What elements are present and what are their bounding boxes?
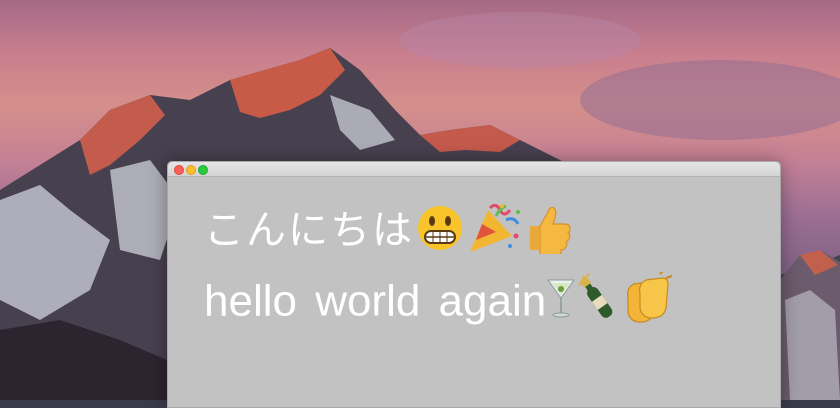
text-line-english: hello world again	[204, 268, 676, 336]
window-titlebar[interactable]	[168, 162, 780, 177]
cocktail-glass-emoji	[546, 274, 576, 334]
text-line-japanese: こんにちは	[204, 202, 574, 265]
zoom-window-button[interactable]	[198, 165, 208, 175]
text-content-area[interactable]: こんにちは hello world again	[168, 177, 780, 407]
minimize-window-button[interactable]	[186, 165, 196, 175]
champagne-bottle-emoji	[576, 272, 620, 336]
english-greeting-text: hello world again	[204, 276, 547, 326]
clapping-hands-emoji	[620, 268, 676, 336]
app-window: こんにちは hello world again	[167, 161, 781, 408]
thumbs-up-emoji	[522, 202, 574, 265]
close-window-button[interactable]	[174, 165, 184, 175]
grinning-face-emoji	[414, 204, 466, 263]
japanese-greeting-text: こんにちは	[204, 207, 414, 254]
party-popper-emoji	[466, 202, 522, 265]
